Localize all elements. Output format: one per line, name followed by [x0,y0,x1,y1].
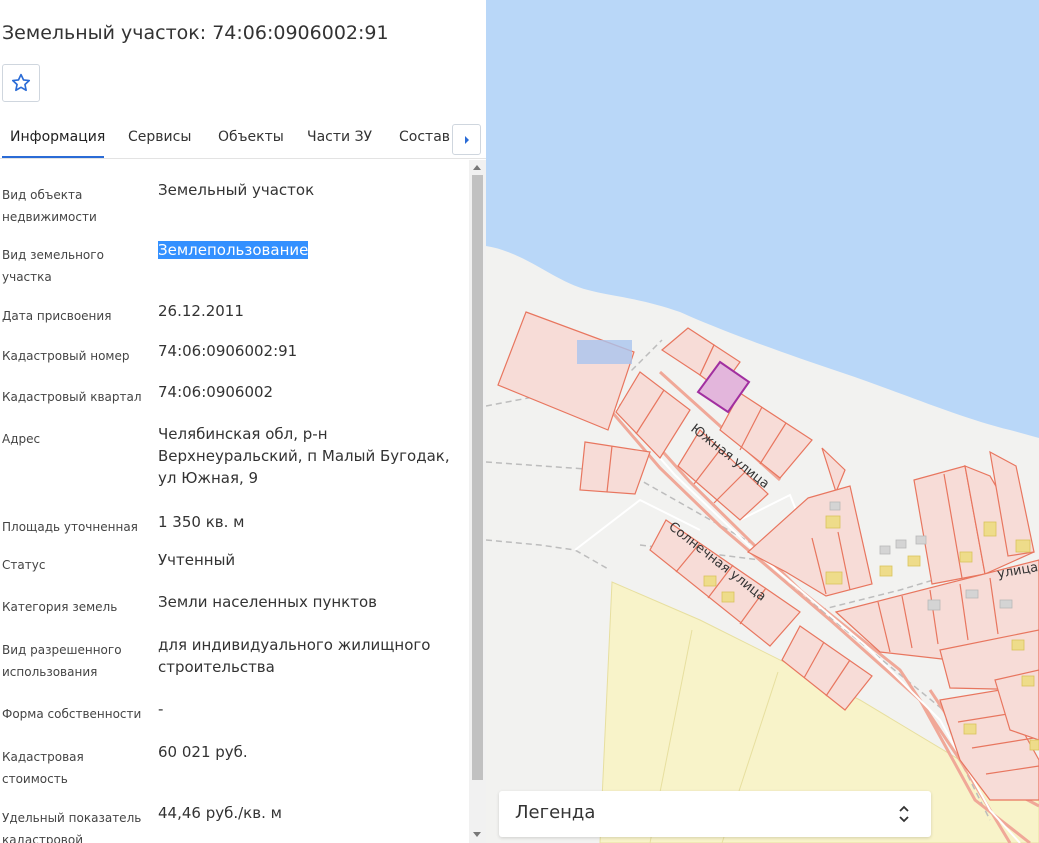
highlight-rect [577,340,632,364]
info-value: Земельный участок [158,181,315,199]
info-label: Вид земельного участка [2,248,104,284]
info-value: 44,46 руб./кв. м [158,804,282,822]
info-value: 74:06:0906002 [158,383,274,401]
tab-services[interactable]: Сервисы [128,118,191,158]
info-value-selected: Землепользование [158,241,309,259]
info-label: Кадастровая стоимость [2,750,84,786]
cadastral-map[interactable]: Южная улица Солнечная улица улица [486,0,1039,843]
favorite-button[interactable] [2,64,40,102]
info-value: для индивидуального жилищного строительс… [158,636,431,676]
tabs-next-button[interactable] [452,124,481,155]
info-label: Дата присвоения [2,309,112,323]
info-value: 74:06:0906002:91 [158,342,298,360]
tab-composition[interactable]: Состав [399,118,450,158]
info-value: 26.12.2011 [158,302,244,320]
tab-parts[interactable]: Части ЗУ [307,118,372,158]
scroll-up-arrow-icon[interactable] [473,165,481,170]
legend-selector[interactable]: Легенда [499,791,931,837]
info-label: Вид объекта недвижимости [2,188,97,224]
map-canvas[interactable]: Южная улица Солнечная улица улица [486,0,1039,843]
scroll-down-arrow-icon[interactable] [473,832,481,837]
info-label: Кадастровый номер [2,349,130,363]
scrollbar-thumb[interactable] [472,175,483,780]
legend-label: Легенда [515,802,596,823]
scrollbar[interactable] [469,160,486,843]
chevron-right-icon [464,135,469,144]
info-label: Вид разрешенного использования [2,643,122,679]
tab-bar: Информация Сервисы Объекты Части ЗУ Сост… [0,118,486,159]
star-icon [11,73,31,92]
info-label: Удельный показатель кадастровой стоимост… [2,811,142,843]
info-value: Учтенный [158,551,236,569]
info-label: Кадастровый квартал [2,390,142,404]
chevron-updown-icon [899,805,909,823]
info-label: Адрес [2,432,41,446]
info-value: 60 021 руб. [158,743,248,761]
tab-objects[interactable]: Объекты [218,118,284,158]
tab-information[interactable]: Информация [2,118,105,158]
info-label: Площадь уточненная [2,520,138,534]
info-value: - [158,700,164,718]
info-value: Челябинская обл, р-н Верхнеуральский, п … [158,425,450,487]
info-label: Категория земель [2,600,118,614]
breadcrumb[interactable]: ·· ·· ·· ·· ·· [2,0,60,6]
info-label: Форма собственности [2,707,142,721]
info-panel: ·· ·· ·· ·· ·· Земельный участок: 74:06:… [0,0,486,843]
info-value: 1 350 кв. м [158,513,245,531]
info-label: Статус [2,558,46,572]
page-title: Земельный участок: 74:06:0906002:91 [2,22,389,44]
info-value: Земли населенных пунктов [158,593,377,611]
